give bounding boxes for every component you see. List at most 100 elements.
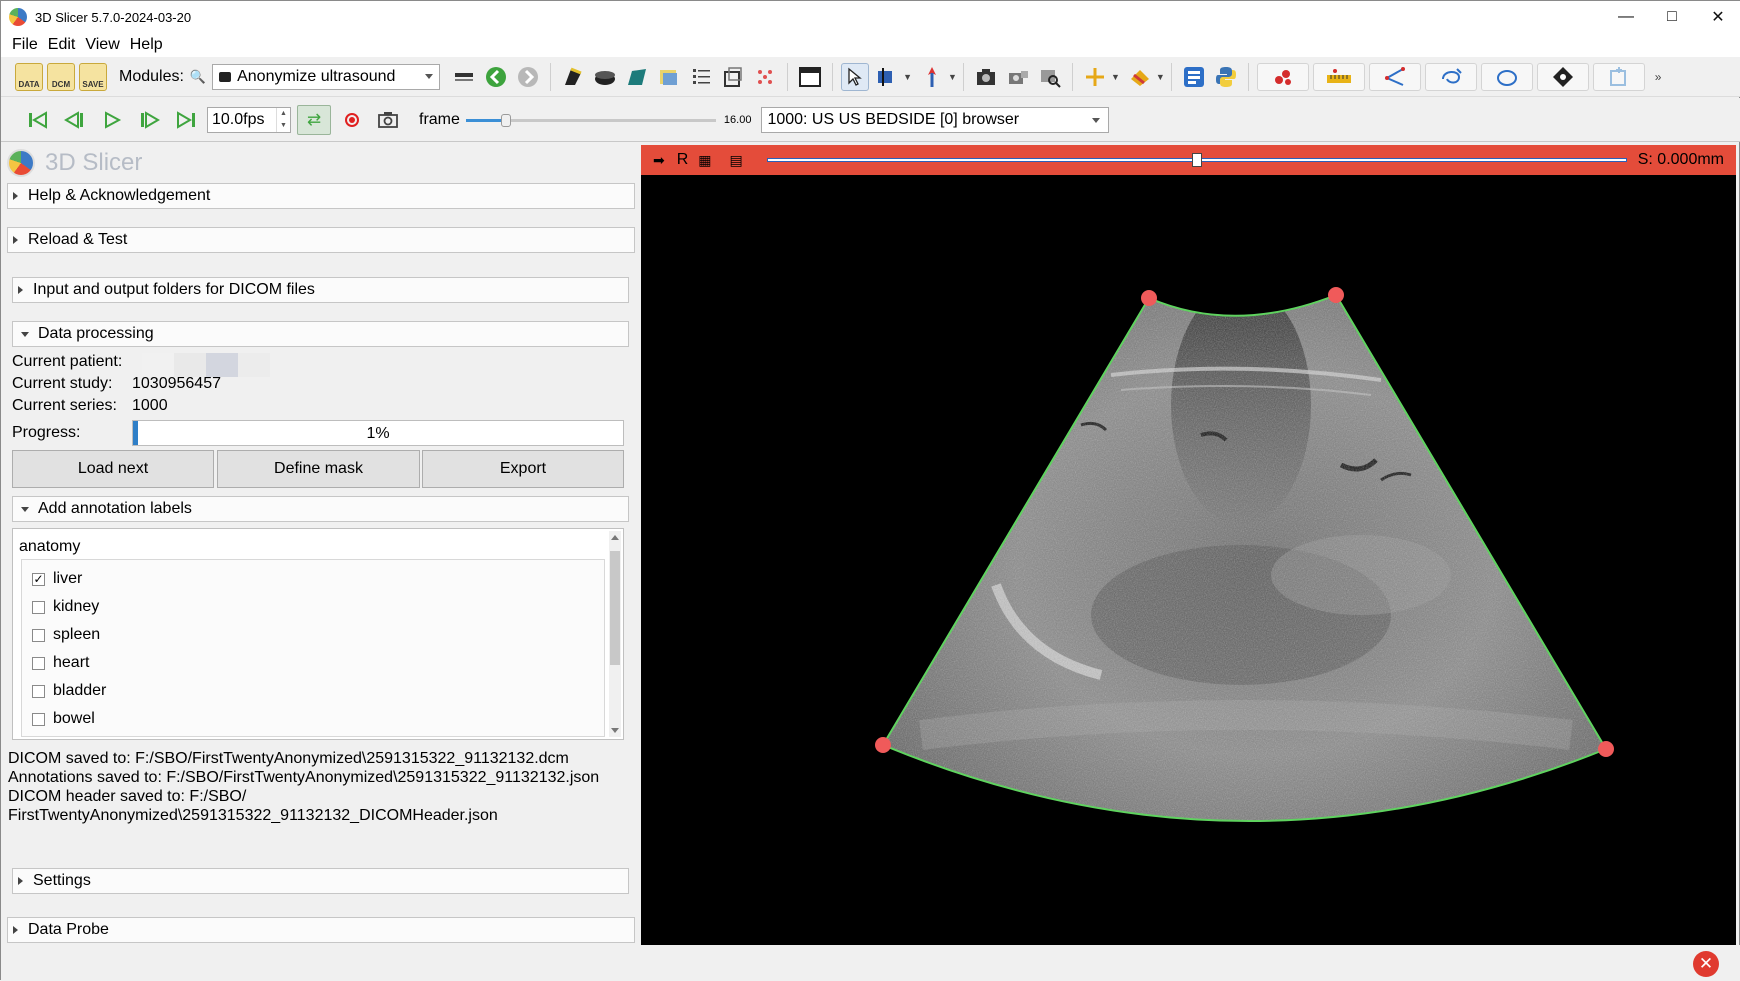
play-icon[interactable] [97, 105, 127, 135]
slice-view-red[interactable] [641, 175, 1736, 945]
error-log-icon[interactable]: ✕ [1693, 951, 1719, 977]
save-button[interactable]: SAVE [79, 62, 107, 91]
io-section-header[interactable]: Input and output folders for DICOM files [12, 277, 629, 303]
frame-slider[interactable] [465, 110, 716, 130]
slice-offset-slider[interactable] [767, 153, 1627, 167]
pointer-mode-icon[interactable] [841, 62, 870, 91]
scene-view-icon[interactable] [1004, 63, 1032, 91]
data-list-icon[interactable] [687, 63, 715, 91]
point-list-icon[interactable] [1256, 62, 1309, 91]
angle-icon[interactable] [1368, 62, 1421, 91]
toolbar-overflow-icon[interactable]: » [1655, 70, 1662, 84]
search-module-icon[interactable]: 🔍 [190, 69, 206, 85]
checkbox-icon[interactable] [32, 712, 45, 726]
frame-slider-handle[interactable] [500, 113, 511, 127]
checkbox-icon[interactable] [32, 684, 45, 698]
data-probe-section-header[interactable]: Data Probe [7, 917, 635, 943]
first-frame-icon[interactable] [23, 105, 53, 135]
layout-icon[interactable] [796, 63, 824, 91]
transforms-icon[interactable] [719, 63, 747, 91]
processing-section-header[interactable]: Data processing [12, 321, 629, 347]
settings-section-title: Settings [33, 872, 91, 889]
forward-arrow-icon[interactable] [514, 63, 542, 91]
link-icon[interactable]: ▦ [698, 152, 711, 169]
record-icon[interactable] [337, 105, 367, 135]
maximize-view-icon[interactable]: ▤ [730, 152, 743, 169]
scroll-thumb[interactable] [610, 551, 620, 665]
label-item-heart[interactable]: heart [32, 654, 89, 672]
chevron-down-icon[interactable]: ▼ [1111, 72, 1120, 82]
labels-scrollbar[interactable] [609, 531, 621, 737]
plane-icon[interactable] [1536, 62, 1589, 91]
extension-icon[interactable] [1180, 63, 1208, 91]
toolbar-separator [1071, 62, 1073, 91]
volume-rendering-icon[interactable] [559, 63, 587, 91]
window-level-icon[interactable] [873, 63, 901, 91]
sequence-browser-selector[interactable]: 1000: US US BEDSIDE [0] browser [761, 106, 1110, 133]
previous-frame-icon[interactable] [60, 105, 90, 135]
python-script-icon[interactable] [655, 63, 683, 91]
minimize-button[interactable]: — [1603, 1, 1649, 33]
module-history-icon[interactable] [450, 63, 478, 91]
menu-file[interactable]: File [12, 36, 38, 54]
fps-spinbox[interactable]: 10.0fps ▲ ▼ [207, 106, 291, 133]
scroll-down-icon[interactable] [611, 728, 619, 733]
python-console-icon[interactable] [1212, 63, 1240, 91]
checkbox-icon[interactable] [32, 600, 45, 614]
label-item-bladder[interactable]: bladder [32, 682, 106, 700]
spin-arrows-icon[interactable]: ▲ ▼ [276, 107, 290, 132]
module-selector[interactable]: Anonymize ultrasound [212, 63, 441, 90]
fiducial-place-icon[interactable] [918, 63, 946, 91]
menu-view[interactable]: View [85, 36, 119, 54]
load-next-button[interactable]: Load next [12, 450, 214, 488]
annotation-section-header[interactable]: Add annotation labels [12, 496, 629, 522]
slice-slider-handle[interactable] [1192, 153, 1202, 167]
menu-help[interactable]: Help [130, 36, 163, 54]
menu-edit[interactable]: Edit [48, 36, 76, 54]
label-item-liver[interactable]: ✓ liver [32, 570, 82, 588]
label-item-bowel[interactable]: bowel [32, 710, 95, 728]
load-dicom-button[interactable]: DCM [47, 62, 75, 91]
close-button[interactable]: ✕ [1695, 1, 1740, 33]
closed-curve-icon[interactable] [1480, 62, 1533, 91]
mask-corner-point[interactable] [1141, 290, 1157, 306]
scroll-up-icon[interactable] [611, 535, 619, 540]
reload-section-header[interactable]: Reload & Test [7, 227, 635, 253]
ruler-icon[interactable] [1312, 62, 1365, 91]
orientation-label[interactable]: R [677, 151, 689, 169]
chevron-down-icon[interactable]: ▼ [903, 72, 912, 82]
curve-icon[interactable] [1424, 62, 1477, 91]
pin-icon[interactable]: ➡ [653, 152, 665, 169]
loop-toggle-icon[interactable]: ⇄ [297, 104, 331, 135]
checkbox-icon[interactable] [32, 628, 45, 642]
load-data-button[interactable]: DATA [15, 62, 43, 91]
models-icon[interactable] [591, 63, 619, 91]
label-item-kidney[interactable]: kidney [32, 598, 99, 616]
snapshot-icon[interactable] [373, 105, 403, 135]
chevron-down-icon[interactable]: ▼ [948, 72, 957, 82]
roi-icon[interactable] [1592, 62, 1645, 91]
mask-corner-point[interactable] [1328, 287, 1344, 303]
mask-corner-point[interactable] [875, 737, 891, 753]
help-section-header[interactable]: Help & Acknowledgement [7, 183, 635, 209]
slice-intersections-icon[interactable] [1126, 63, 1154, 91]
checkbox-icon[interactable] [32, 656, 45, 670]
screenshot-icon[interactable] [972, 63, 1000, 91]
markups-extra-icon[interactable] [751, 63, 779, 91]
window-title: 3D Slicer 5.7.0-2024-03-20 [35, 9, 192, 25]
mask-corner-point[interactable] [1598, 741, 1614, 757]
back-arrow-icon[interactable] [482, 63, 510, 91]
view-search-icon[interactable] [1036, 63, 1064, 91]
toolbar-separator [1170, 62, 1172, 91]
last-frame-icon[interactable] [171, 105, 201, 135]
define-mask-button[interactable]: Define mask [217, 450, 420, 488]
settings-section-header[interactable]: Settings [12, 868, 629, 894]
chevron-down-icon[interactable]: ▼ [1156, 72, 1165, 82]
maximize-button[interactable]: □ [1649, 1, 1695, 33]
crosshair-icon[interactable] [1081, 63, 1109, 91]
checkbox-icon[interactable]: ✓ [32, 572, 45, 586]
label-item-spleen[interactable]: spleen [32, 626, 100, 644]
segment-editor-icon[interactable] [623, 63, 651, 91]
export-button[interactable]: Export [422, 450, 624, 488]
next-frame-icon[interactable] [134, 105, 164, 135]
